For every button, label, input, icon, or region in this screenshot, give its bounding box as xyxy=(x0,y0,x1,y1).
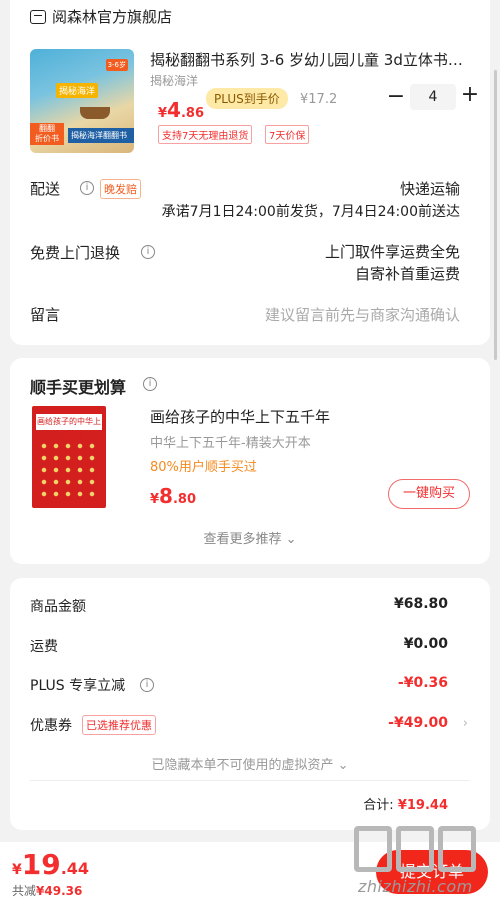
rec-price-currency: ¥ xyxy=(150,492,160,507)
chevron-down-icon: ⌄ xyxy=(337,758,349,773)
original-price: ¥17.2 xyxy=(300,92,338,107)
service-tag-return: 支持7天无理由退货 xyxy=(158,125,253,144)
thumb-age-tag: 3-6岁 xyxy=(105,59,128,71)
quantity-decrease-button[interactable]: − xyxy=(386,84,406,109)
recommend-thumbnail[interactable]: 画给孩子的中华上下五千年 xyxy=(32,406,106,508)
recommend-item-popularity: 80%用户顺手买过 xyxy=(150,460,257,475)
store-icon xyxy=(30,9,46,24)
total-currency: ¥ xyxy=(12,862,22,878)
price-integer: 4 xyxy=(167,98,181,122)
plus-discount-value: -¥0.36 xyxy=(397,675,448,691)
store-card: 阅森林官方旗舰店 3-6岁 揭秘海洋 翻翻 折价书 揭秘海洋翻翻书 揭秘翻翻书系… xyxy=(10,0,490,345)
product-variant: 揭秘海洋 xyxy=(150,74,199,88)
total-price: ¥19.44 xyxy=(12,848,89,881)
delivery-method[interactable]: 快递运输 xyxy=(400,178,460,199)
subtotal-value: ¥19.44 xyxy=(397,798,448,813)
returns-line-1: 上门取件享运费全免 xyxy=(324,243,460,261)
divider xyxy=(30,780,470,781)
recommend-item-name[interactable]: 画给孩子的中华上下五千年 xyxy=(150,406,330,427)
returns-line-2: 自寄补首重运费 xyxy=(354,265,460,283)
chevron-right-icon[interactable]: › xyxy=(463,716,468,731)
savings-value: ¥49.36 xyxy=(36,884,83,898)
recommend-thumb-band: 画给孩子的中华上下五千年 xyxy=(36,414,102,442)
hidden-assets-label: 已隐藏本单不可使用的虚拟资产 xyxy=(151,758,334,773)
recommend-info-icon[interactable]: i xyxy=(143,377,157,391)
total-savings: 共减¥49.36 xyxy=(12,882,82,899)
delivery-label: 配送 xyxy=(30,180,61,198)
subtotal-label: 合计: xyxy=(363,798,394,813)
quantity-input[interactable]: 4 xyxy=(410,84,456,110)
price-currency: ¥ xyxy=(158,106,168,121)
thumb-title: 揭秘海洋 xyxy=(56,83,99,98)
recommend-item-variant: 中华上下五千年-精装大开本 xyxy=(150,436,311,451)
total-decimal: .44 xyxy=(60,859,90,878)
quantity-increase-button[interactable]: + xyxy=(460,82,480,107)
plus-info-icon[interactable]: i xyxy=(140,678,154,692)
subtotal: 合计: ¥19.44 xyxy=(363,794,448,813)
shipping-value: ¥0.00 xyxy=(403,636,448,652)
store-name: 阅森林官方旗舰店 xyxy=(52,8,173,26)
chevron-down-icon: ⌄ xyxy=(285,532,297,547)
product-price: ¥4.86 xyxy=(158,98,204,122)
scrollbar[interactable] xyxy=(494,70,497,360)
returns-label: 免费上门退换 xyxy=(30,244,121,262)
product-thumbnail[interactable]: 3-6岁 揭秘海洋 翻翻 折价书 揭秘海洋翻翻书 xyxy=(30,49,134,153)
thumb-bottom-label: 揭秘海洋翻翻书 xyxy=(68,128,134,143)
one-click-buy-button[interactable]: 一键购买 xyxy=(388,479,470,509)
goods-amount-value: ¥68.80 xyxy=(393,596,448,612)
goods-amount-label: 商品金额 xyxy=(30,599,86,615)
coupon-tag: 已选推荐优惠 xyxy=(82,715,156,735)
message-label: 留言 xyxy=(30,306,61,324)
recommend-thumb-illustration xyxy=(38,440,100,498)
coupon-label: 优惠券 xyxy=(30,718,72,734)
recommend-title-text: 顺手买更划算 xyxy=(30,378,127,397)
recommend-item-price: ¥8.80 xyxy=(150,484,196,508)
more-recommend-label: 查看更多推荐 xyxy=(203,532,282,547)
hidden-assets-toggle[interactable]: 已隐藏本单不可使用的虚拟资产 ⌄ xyxy=(10,754,490,773)
rec-price-integer: 8 xyxy=(159,484,173,508)
submit-order-button[interactable]: 提交订单 xyxy=(376,850,488,894)
product-title[interactable]: 揭秘翻翻书系列 3-6 岁幼儿园儿童 3d立体书… xyxy=(150,49,480,70)
store-header[interactable]: 阅森林官方旗舰店 xyxy=(30,6,172,27)
recommend-title: 顺手买更划算 xyxy=(30,374,126,398)
total-integer: 19 xyxy=(21,848,61,881)
delivery-promise: 承诺7月1日24:00前发货，7月4日24:00前送达 xyxy=(161,204,460,220)
info-icon[interactable]: i xyxy=(80,181,94,195)
plus-price-tag: PLUS到手价 xyxy=(206,88,288,109)
shipping-label: 运费 xyxy=(30,639,58,655)
totals-card: 商品金额 ¥68.80 运费 ¥0.00 PLUS 专享立减 -¥0.36 i … xyxy=(10,578,490,830)
returns-info-icon[interactable]: i xyxy=(141,245,155,259)
thumb-badge: 翻翻 折价书 xyxy=(30,123,64,145)
plus-discount-label: PLUS 专享立减 xyxy=(30,678,126,694)
service-tag-price-protect: 7天价保 xyxy=(265,125,310,144)
more-recommend-link[interactable]: 查看更多推荐 ⌄ xyxy=(10,528,490,547)
recommend-card: 顺手买更划算 i 画给孩子的中华上下五千年 画给孩子的中华上下五千年 中华上下五… xyxy=(10,358,490,564)
message-input[interactable]: 建议留言前先与商家沟通确认 xyxy=(265,304,460,325)
rec-price-decimal: .80 xyxy=(172,492,196,507)
coupon-value: -¥49.00 xyxy=(388,715,448,731)
late-compensation-tag: 晚发赔 xyxy=(100,179,141,199)
price-decimal: .86 xyxy=(180,106,204,121)
savings-label: 共减 xyxy=(12,884,37,898)
checkout-bar: ¥19.44 共减¥49.36 提交订单 xyxy=(0,842,500,901)
ship-illustration xyxy=(80,107,110,119)
